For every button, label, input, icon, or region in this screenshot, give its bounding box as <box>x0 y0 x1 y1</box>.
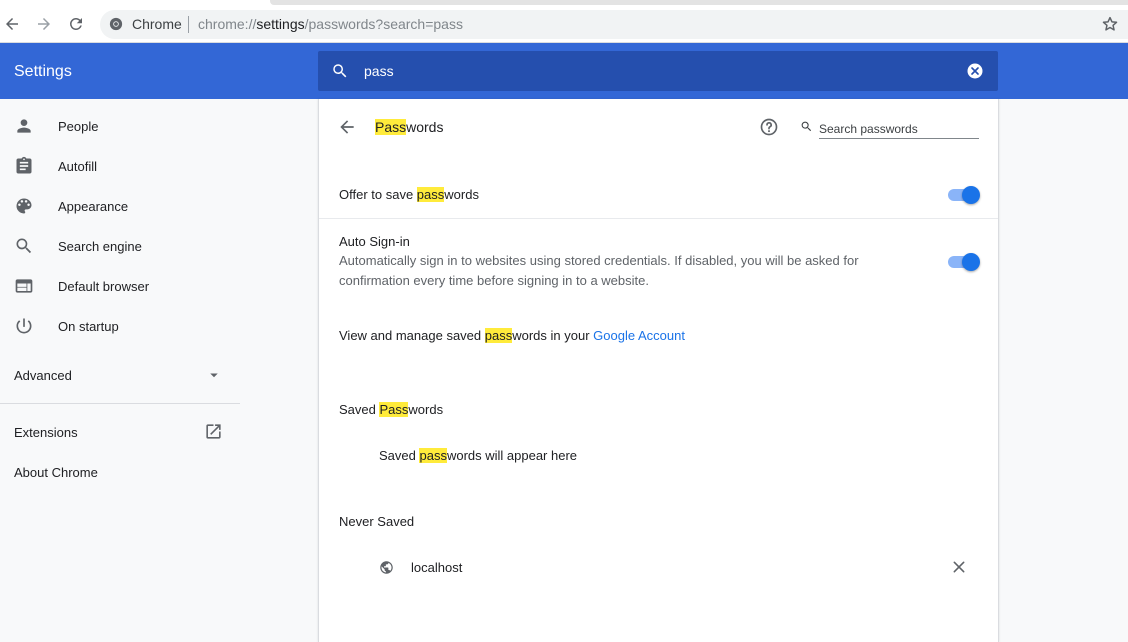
open-in-new-icon[interactable] <box>204 422 223 441</box>
forward-arrow-icon <box>38 18 50 30</box>
browser-window-icon <box>15 279 33 293</box>
sidebar-item-default-browser[interactable]: Default browser <box>0 266 240 306</box>
settings-title: Settings <box>14 63 72 80</box>
auto-signin-label: Auto Sign-in <box>339 234 410 249</box>
omnibox[interactable]: Chrome chrome://settings/passwords?searc… <box>100 10 1128 39</box>
saved-passwords-heading: Saved Passwords <box>339 402 443 417</box>
page-title-rest: words <box>406 119 444 135</box>
row-divider <box>319 218 998 219</box>
sidebar-item-about-chrome[interactable]: About Chrome <box>14 465 98 480</box>
sidebar: People Autofill Appearance Search engine… <box>0 99 318 642</box>
search-highlight: Pass <box>379 402 409 417</box>
manage-text-pre: View and manage saved <box>339 328 485 343</box>
power-icon <box>16 318 32 334</box>
omnibox-separator <box>188 16 189 33</box>
bookmark-star-icon[interactable] <box>1101 15 1119 33</box>
reload-button[interactable] <box>64 12 88 36</box>
sidebar-item-search-engine[interactable]: Search engine <box>0 226 240 266</box>
sidebar-item-appearance[interactable]: Appearance <box>0 186 240 226</box>
chevron-down-icon[interactable] <box>205 366 223 384</box>
never-saved-site: localhost <box>411 560 463 575</box>
sidebar-item-label: Appearance <box>58 199 129 214</box>
back-arrow-icon[interactable] <box>337 117 357 137</box>
saved-heading-pre: Saved <box>339 402 380 417</box>
sidebar-divider <box>0 403 240 404</box>
help-icon[interactable] <box>759 117 779 137</box>
clear-search-icon[interactable] <box>966 62 984 80</box>
manage-passwords-text: View and manage saved passwords in your … <box>339 328 685 343</box>
tab-strip-edge <box>270 0 1128 5</box>
offer-text-pre: Offer to save <box>339 187 417 202</box>
close-icon[interactable] <box>951 559 967 575</box>
search-passwords-input[interactable] <box>819 117 979 139</box>
clipboard-icon <box>16 156 32 174</box>
url-scheme: chrome:// <box>198 16 257 32</box>
search-highlight: pass <box>419 448 447 463</box>
manage-text-mid: words in your <box>512 328 594 343</box>
forward-button[interactable] <box>32 12 56 36</box>
omnibox-chip: Chrome <box>132 16 182 32</box>
sidebar-item-on-startup[interactable]: On startup <box>0 306 240 346</box>
reload-icon <box>70 18 82 30</box>
chrome-logo-icon <box>109 17 123 31</box>
passwords-card: Passwords Offer to save passwords Auto S… <box>318 99 999 642</box>
search-highlight: pass <box>416 187 445 202</box>
offer-to-save-label: Offer to save passwords <box>339 187 479 202</box>
omnibox-url[interactable]: chrome://settings/passwords?search=pass <box>198 16 463 32</box>
saved-passwords-empty-message: Saved passwords will appear here <box>379 448 577 463</box>
empty-msg-pre: Saved <box>379 448 420 463</box>
sidebar-item-label: Default browser <box>58 279 150 294</box>
sidebar-item-label: People <box>58 119 99 134</box>
settings-header: Settings pass <box>0 43 1128 99</box>
search-icon <box>16 238 32 254</box>
search-highlight: Pass <box>375 119 407 135</box>
url-path: /passwords?search=pass <box>304 16 463 32</box>
advanced-toggle[interactable]: Advanced <box>14 368 72 383</box>
offer-to-save-toggle[interactable] <box>948 186 980 204</box>
globe-icon <box>380 561 393 574</box>
page-title: Passwords <box>375 119 443 135</box>
google-account-link[interactable]: Google Account <box>593 328 685 343</box>
sidebar-item-autofill[interactable]: Autofill <box>0 146 240 186</box>
sidebar-item-people[interactable]: People <box>0 106 240 146</box>
search-highlight: pass <box>484 328 513 343</box>
sidebar-item-label: On startup <box>58 319 119 334</box>
sidebar-item-extensions[interactable]: Extensions <box>14 425 78 440</box>
sidebar-item-label: Search engine <box>58 239 142 254</box>
never-saved-heading: Never Saved <box>339 514 415 529</box>
search-icon <box>333 64 347 78</box>
back-arrow-icon <box>6 18 18 30</box>
saved-heading-post: words <box>408 402 444 417</box>
palette-icon <box>16 198 32 214</box>
offer-text-post: words <box>444 187 479 202</box>
url-host: settings <box>256 16 305 32</box>
auto-signin-description: Automatically sign in to websites using … <box>339 253 859 288</box>
settings-search-box[interactable]: pass <box>318 51 998 91</box>
sidebar-item-label: Autofill <box>58 159 98 174</box>
browser-toolbar: Chrome chrome://settings/passwords?searc… <box>0 6 1128 43</box>
person-icon <box>17 119 31 133</box>
settings-search-input[interactable]: pass <box>364 63 394 79</box>
toggle-knob <box>962 186 980 204</box>
back-button[interactable] <box>0 12 24 36</box>
search-icon <box>801 121 812 132</box>
auto-signin-toggle[interactable] <box>948 253 980 271</box>
empty-msg-post: words will appear here <box>446 448 578 463</box>
toggle-knob <box>962 253 980 271</box>
